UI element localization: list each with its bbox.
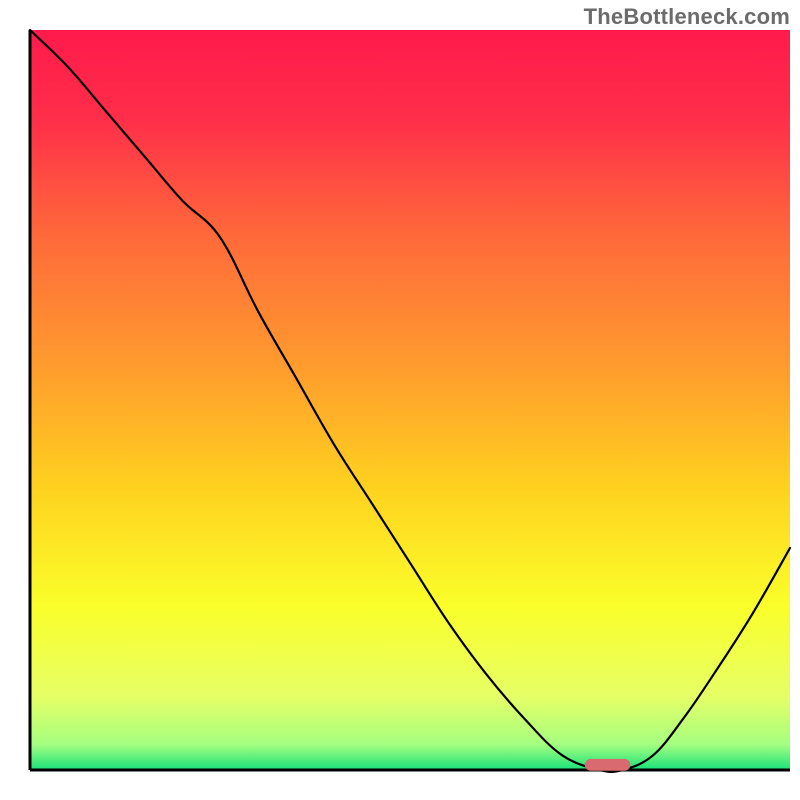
bottleneck-chart bbox=[0, 0, 800, 800]
plot-background bbox=[30, 30, 790, 770]
optimal-marker bbox=[585, 759, 631, 771]
chart-container: TheBottleneck.com bbox=[0, 0, 800, 800]
